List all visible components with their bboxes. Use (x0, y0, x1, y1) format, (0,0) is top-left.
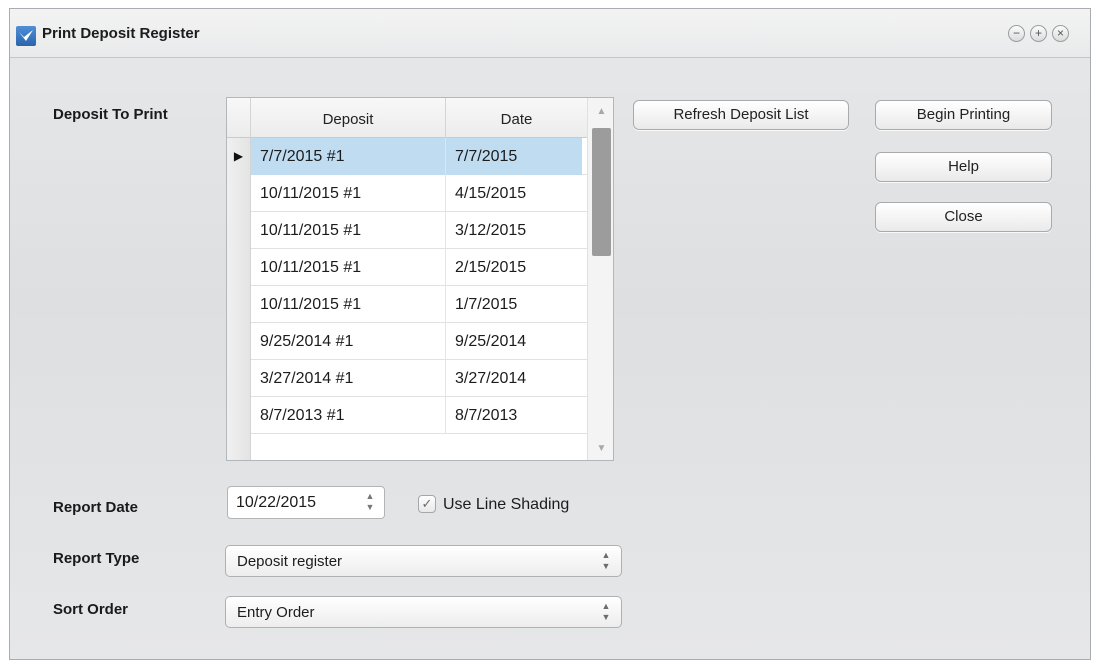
help-button[interactable]: Help (875, 152, 1052, 182)
row-indicator (227, 360, 251, 397)
date-cell: 1/7/2015 (455, 296, 518, 313)
report-date-spinner[interactable]: 10/22/2015 ▲ ▼ (227, 486, 385, 519)
date-cell: 8/7/2013 (455, 407, 518, 424)
table-row[interactable]: ▶ 7/7/2015 #1 7/7/2015 (227, 138, 587, 175)
table-row[interactable]: 9/25/2014 #1 9/25/2014 (227, 323, 587, 360)
table-row[interactable]: 3/27/2014 #1 3/27/2014 (227, 360, 587, 397)
scroll-up-arrow-icon[interactable]: ▲ (595, 106, 608, 117)
deposit-table[interactable]: Deposit Date ▶ 7/7/2015 #1 7/7/2015 10/1… (226, 97, 614, 461)
report-type-select[interactable]: Deposit register ▲ ▼ (225, 545, 622, 577)
sort-order-select[interactable]: Entry Order ▲ ▼ (225, 596, 622, 628)
current-row-arrow-icon: ▶ (227, 138, 251, 175)
window-title: Print Deposit Register (42, 25, 200, 42)
select-arrows-icon: ▲ ▼ (601, 601, 611, 622)
minimize-icon[interactable]: − (1008, 25, 1025, 42)
deposit-cell: 8/7/2013 #1 (251, 397, 446, 434)
column-header-date[interactable]: Date (446, 98, 587, 138)
date-cell: 3/27/2014 (455, 370, 527, 387)
scrollbar-thumb[interactable] (592, 128, 611, 256)
row-indicator (227, 212, 251, 249)
row-indicator (227, 434, 251, 460)
vertical-scrollbar[interactable]: ▲ ▼ (587, 98, 613, 460)
close-window-icon[interactable]: × (1052, 25, 1069, 42)
column-header-deposit[interactable]: Deposit (251, 98, 446, 138)
deposit-cell: 9/25/2014 #1 (251, 323, 446, 360)
table-row[interactable]: 10/11/2015 #1 3/12/2015 (227, 212, 587, 249)
report-date-label: Report Date (53, 499, 139, 516)
deposit-cell: 10/11/2015 #1 (251, 212, 446, 249)
date-cell: 4/15/2015 (455, 185, 527, 202)
title-bar: Print Deposit Register − + × (10, 9, 1090, 58)
date-cell: 9/25/2014 (455, 333, 527, 350)
refresh-deposit-list-button[interactable]: Refresh Deposit List (633, 100, 849, 130)
maximize-icon[interactable]: + (1030, 25, 1047, 42)
report-type-value: Deposit register (237, 553, 343, 570)
row-indicator (227, 249, 251, 286)
deposit-cell: 10/11/2015 #1 (251, 286, 446, 323)
begin-printing-button[interactable]: Begin Printing (875, 100, 1052, 130)
table-row[interactable]: 8/7/2013 #1 8/7/2013 (227, 397, 587, 434)
date-cell: 3/12/2015 (455, 222, 527, 239)
report-date-value: 10/22/2015 (236, 494, 317, 511)
table-header: Deposit Date (227, 98, 587, 138)
use-line-shading-label[interactable]: Use Line Shading (443, 496, 569, 514)
table-row[interactable]: 10/11/2015 #1 1/7/2015 (227, 286, 587, 323)
date-cell: 7/7/2015 (446, 138, 582, 175)
row-indicator (227, 286, 251, 323)
select-arrows-icon: ▲ ▼ (601, 550, 611, 571)
print-deposit-register-window: Print Deposit Register − + × Deposit To … (9, 8, 1091, 660)
deposit-to-print-label: Deposit To Print (53, 106, 168, 123)
close-button[interactable]: Close (875, 202, 1052, 232)
table-row-partial[interactable] (227, 434, 587, 460)
app-icon (16, 26, 36, 46)
deposit-cell: 10/11/2015 #1 (251, 249, 446, 286)
use-line-shading-checkbox[interactable]: ✓ (418, 495, 436, 513)
spinner-arrows-icon[interactable]: ▲ ▼ (362, 491, 378, 515)
row-indicator (227, 175, 251, 212)
row-indicator-header (227, 98, 251, 138)
sort-order-label: Sort Order (53, 601, 129, 618)
report-type-label: Report Type (53, 550, 140, 567)
row-indicator (227, 323, 251, 360)
date-cell: 2/15/2015 (455, 259, 527, 276)
scroll-down-arrow-icon[interactable]: ▼ (595, 443, 608, 454)
deposit-cell: 10/11/2015 #1 (251, 175, 446, 212)
table-row[interactable]: 10/11/2015 #1 4/15/2015 (227, 175, 587, 212)
table-row[interactable]: 10/11/2015 #1 2/15/2015 (227, 249, 587, 286)
row-indicator (227, 397, 251, 434)
sort-order-value: Entry Order (237, 604, 315, 621)
deposit-cell: 3/27/2014 #1 (251, 360, 446, 397)
deposit-cell: 7/7/2015 #1 (251, 138, 446, 175)
